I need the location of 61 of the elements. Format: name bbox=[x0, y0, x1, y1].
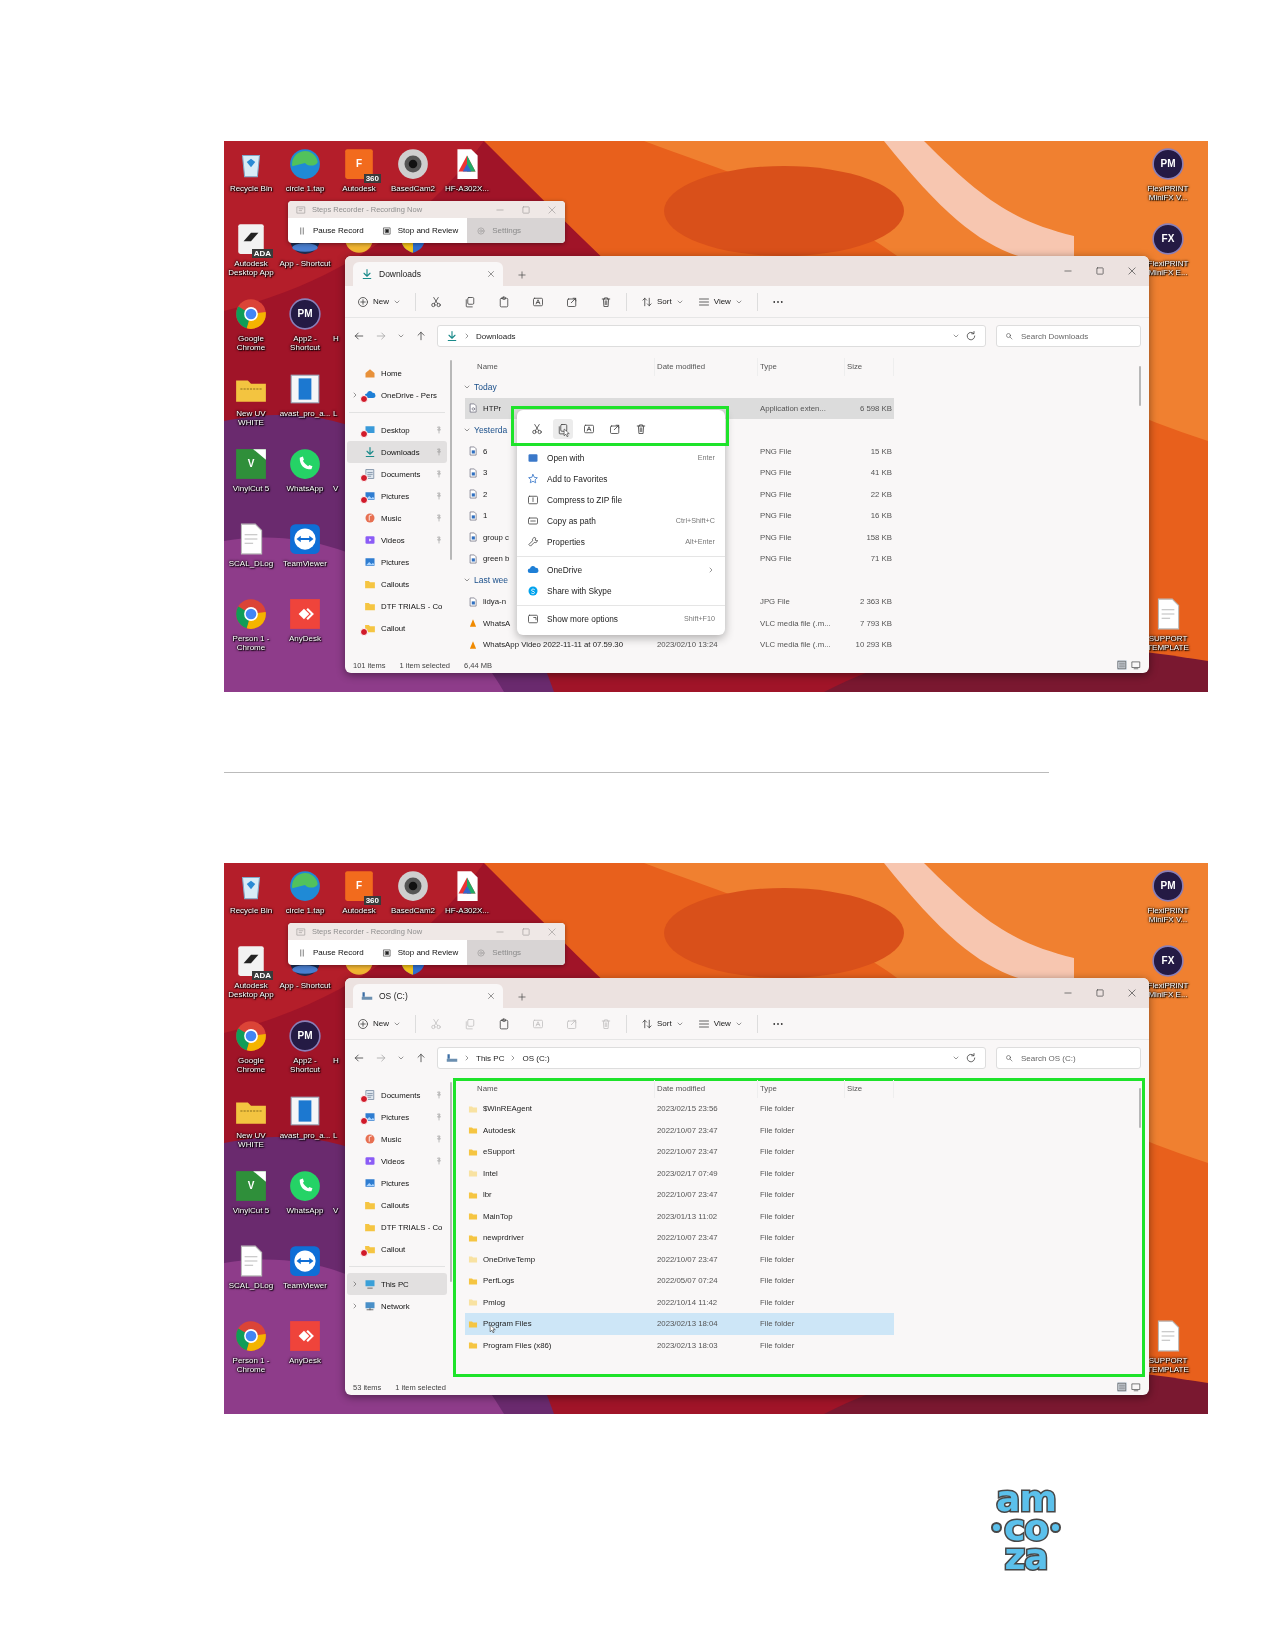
icon-label: FlexiPRINT MiniFX V... bbox=[1146, 906, 1190, 925]
icon-letters: V bbox=[247, 459, 255, 469]
icon-label: avast_pro_a... bbox=[278, 409, 332, 419]
icon-label: Google Chrome bbox=[235, 334, 267, 353]
logo-text: co bbox=[1003, 1513, 1049, 1542]
icon-letters: PM bbox=[297, 309, 313, 319]
icon-letters: V bbox=[247, 1181, 255, 1191]
icon-label: App2 - Shortcut bbox=[289, 1056, 321, 1075]
icon-label: L bbox=[332, 409, 338, 419]
icon-badge: 360 bbox=[363, 173, 381, 183]
icon-label: SCAL_DLog bbox=[227, 1281, 275, 1291]
icon-label: V bbox=[332, 484, 339, 494]
icon-label: avast_pro_a... bbox=[278, 1131, 332, 1141]
icon-label: TeamViewer bbox=[282, 559, 328, 569]
icon-label: H bbox=[332, 1056, 339, 1066]
icon-label: VinylCut 5 bbox=[231, 484, 271, 494]
logo-text: za bbox=[1004, 1542, 1048, 1571]
icon-letters: F bbox=[355, 159, 363, 169]
icon-label: SCAL_DLog bbox=[227, 559, 275, 569]
icon-label: New UV WHITE bbox=[235, 409, 267, 428]
icon-label: Autodesk Desktop App bbox=[227, 259, 275, 278]
icon-label: L bbox=[332, 1131, 338, 1141]
icon-letters: F bbox=[355, 881, 363, 891]
icon-label: Autodesk Desktop App bbox=[227, 981, 275, 1000]
icon-label: App - Shortcut bbox=[278, 981, 332, 991]
icon-label: SUPPORT TEMPLATE bbox=[1146, 1356, 1190, 1375]
icon-label: TeamViewer bbox=[282, 1281, 328, 1291]
icon-label: App2 - Shortcut bbox=[289, 334, 321, 353]
icon-letters: FX bbox=[1161, 234, 1175, 244]
icon-label: AnyDesk bbox=[288, 1356, 322, 1366]
icon-label: BasedCam2 bbox=[390, 906, 436, 916]
icon-badge: 360 bbox=[363, 895, 381, 905]
icon-label: BasedCam2 bbox=[390, 184, 436, 194]
logo-text: am bbox=[996, 1484, 1056, 1513]
icon-label: New UV WHITE bbox=[235, 1131, 267, 1150]
icon-label: VinylCut 5 bbox=[231, 1206, 271, 1216]
icon-label: circle 1.tap bbox=[284, 184, 326, 194]
icon-label: FlexiPRINT MiniFX V... bbox=[1146, 184, 1190, 203]
icon-label: Person 1 - Chrome bbox=[231, 634, 271, 653]
icon-label: H bbox=[332, 334, 339, 344]
icon-label: App - Shortcut bbox=[278, 259, 332, 269]
icon-label: circle 1.tap bbox=[284, 906, 326, 916]
icon-label: Autodesk bbox=[341, 906, 377, 916]
icon-letters: PM bbox=[297, 1031, 313, 1041]
icon-label: Person 1 - Chrome bbox=[231, 1356, 271, 1375]
icon-letters: FX bbox=[1161, 956, 1175, 966]
icon-label: Recycle Bin bbox=[228, 184, 274, 194]
icon-label: AnyDesk bbox=[288, 634, 322, 644]
icon-letters: PM bbox=[1160, 881, 1176, 891]
icon-badge: ADA bbox=[251, 248, 273, 258]
icon-label: Autodesk bbox=[341, 184, 377, 194]
icon-label: WhatsApp bbox=[285, 484, 325, 494]
icon-label: Google Chrome bbox=[235, 1056, 267, 1075]
icon-label: SUPPORT TEMPLATE bbox=[1146, 634, 1190, 653]
icon-label: WhatsApp bbox=[285, 1206, 325, 1216]
icon-label: HF-A302X... bbox=[444, 184, 490, 194]
icon-badge: ADA bbox=[251, 970, 273, 980]
icon-label: HF-A302X... bbox=[444, 906, 490, 916]
icon-label: V bbox=[332, 1206, 339, 1216]
icon-letters: PM bbox=[1160, 159, 1176, 169]
icon-label: Recycle Bin bbox=[228, 906, 274, 916]
